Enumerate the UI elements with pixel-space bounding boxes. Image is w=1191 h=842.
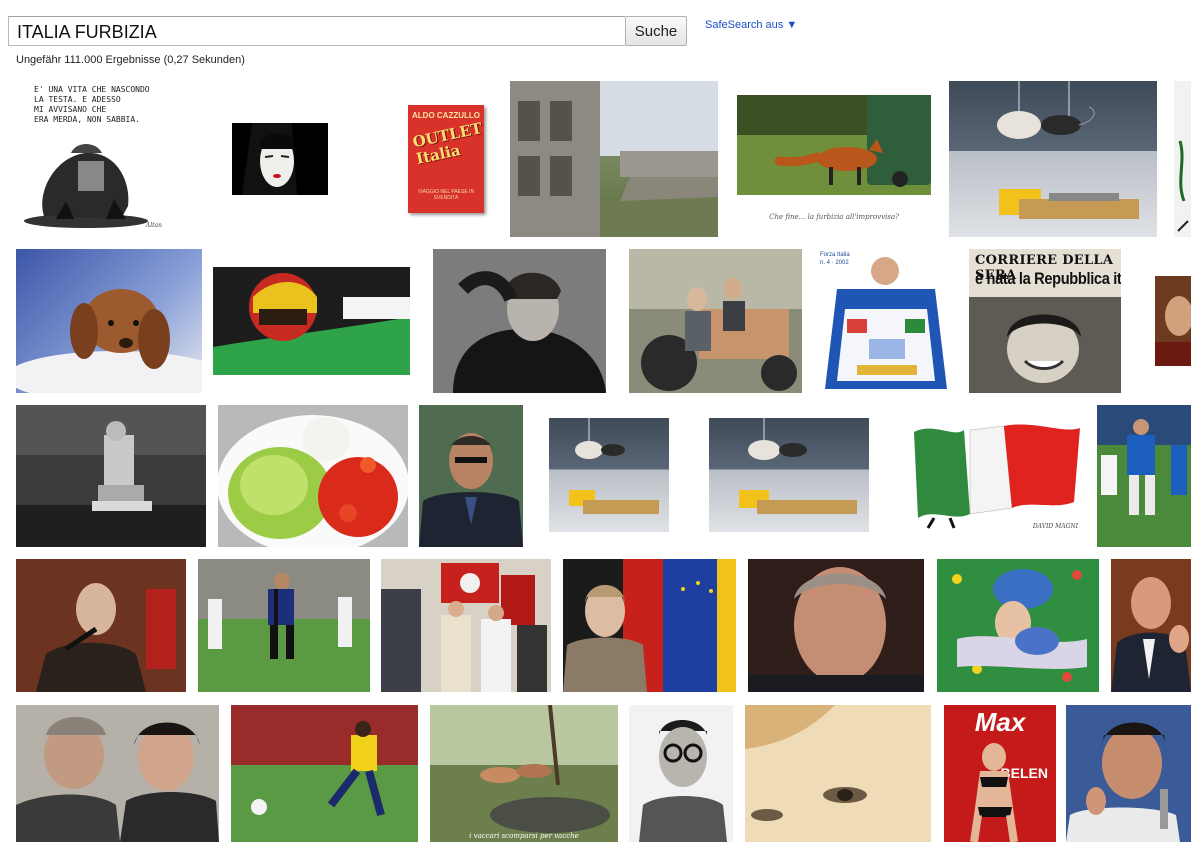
mousetrap-scene	[569, 418, 659, 514]
image-result-cows-in-woods[interactable]: i vaccari scomparsi per vacche	[430, 705, 618, 842]
image-result-child-eyes[interactable]	[745, 705, 931, 842]
geisha-face	[242, 123, 297, 195]
safesearch-toggle[interactable]: SafeSearch aus ▼	[705, 19, 797, 31]
image-result-football-player[interactable]	[198, 559, 370, 692]
partial-drawing	[1177, 140, 1189, 232]
politician-photo	[1111, 559, 1191, 692]
tractor-photo	[629, 249, 802, 391]
image-result-corriere-della-sera[interactable]: CORRIERE DELLA SERA è nata la Repubblica…	[969, 249, 1121, 393]
mousetrap-scene	[739, 418, 857, 514]
image-result-two-men[interactable]	[16, 705, 219, 842]
fox-scene	[737, 95, 931, 223]
flags-portrait	[563, 559, 736, 692]
image-result-mousetrap-3[interactable]	[709, 418, 869, 532]
soccer-photo	[231, 705, 418, 842]
image-result-man-portrait-bw[interactable]	[433, 249, 606, 393]
image-result-fox[interactable]: Che fine... la furbizia all'improvvisa?	[737, 95, 931, 223]
image-result-merkel-flags[interactable]	[563, 559, 736, 692]
image-result-geisha[interactable]	[232, 123, 328, 195]
image-result-soccer-kick[interactable]	[231, 705, 418, 842]
racing-helmet	[213, 273, 410, 375]
stadium-ruins	[510, 81, 718, 237]
flag-signature: DAVID MAGNI	[1032, 523, 1078, 530]
book-title: OUTLET Italia	[411, 119, 484, 168]
football-photo	[198, 559, 370, 692]
image-result-cartoon-ostrich[interactable]: E' UNA VITA CHE NASCONDO LA TESTA. E ADE…	[16, 81, 168, 231]
statue-photo	[16, 405, 206, 547]
image-result-salad-plate[interactable]	[218, 405, 408, 547]
newspaper-photo	[969, 297, 1121, 393]
image-result-italian-flag-cartoon[interactable]: DAVID MAGNI	[894, 418, 1084, 532]
book-author: ALDO CAZZULLO	[412, 111, 480, 120]
mousetrap-scene	[997, 81, 1139, 219]
image-result-magazine-cover[interactable]: Max BELEN	[944, 705, 1056, 842]
woods-photo	[430, 705, 618, 842]
rugby-photo	[1097, 405, 1191, 547]
search-button[interactable]: Suche	[625, 16, 687, 46]
image-result-book-outlet-italia[interactable]: ALDO CAZZULLO OUTLET Italia VIAGGIO NEL …	[408, 105, 484, 213]
two-men-photo	[16, 705, 219, 842]
image-result-statue-bw[interactable]	[16, 405, 206, 547]
glasses-portrait	[639, 720, 727, 842]
portrait-bw	[433, 249, 606, 393]
image-result-man-microphone-2[interactable]	[1066, 705, 1191, 842]
flag-cartoon	[914, 424, 1080, 529]
image-result-forza-italia-poster[interactable]: Forza Italia n. 4 · 2002	[817, 249, 955, 393]
image-result-kiss-painting[interactable]	[937, 559, 1099, 692]
partial-portrait	[1155, 296, 1191, 366]
image-result-tractor[interactable]	[629, 249, 802, 393]
image-result-man-microphone[interactable]	[16, 559, 186, 692]
puppy-photo	[16, 289, 202, 393]
image-result-ruined-stadium[interactable]	[510, 81, 718, 237]
child-eyes-photo	[745, 705, 931, 842]
cartoon-drawing	[24, 144, 148, 228]
book-subtitle: VIAGGIO NEL PAESE IN SVENDITA	[417, 189, 475, 201]
image-result-puppy[interactable]	[16, 249, 202, 393]
group-photo	[381, 563, 547, 692]
image-result-man-face-closeup[interactable]	[748, 559, 924, 692]
image-result-politician-gesture[interactable]	[1111, 559, 1191, 692]
fox-caption: Che fine... la furbizia all'improvvisa?	[769, 213, 899, 221]
chevron-down-icon: ▼	[786, 19, 798, 31]
safesearch-label: SafeSearch aus	[705, 19, 784, 31]
image-result-group-protest[interactable]	[381, 559, 551, 692]
image-result-man-glasses-bw[interactable]	[629, 705, 733, 842]
suit-portrait	[419, 405, 523, 547]
salad-photo	[218, 415, 408, 547]
result-stats: Ungefähr 111.000 Ergebnisse (0,27 Sekund…	[16, 54, 245, 66]
magazine-model	[970, 743, 1018, 842]
cartoon-signature: Altan	[145, 222, 162, 229]
painting	[937, 559, 1099, 692]
image-result-partial-r1[interactable]	[1174, 81, 1191, 237]
search-input[interactable]	[8, 16, 625, 46]
image-result-man-in-suit[interactable]	[419, 405, 523, 547]
image-result-mousetrap-2[interactable]	[549, 418, 669, 532]
image-result-rugby[interactable]	[1097, 405, 1191, 547]
image-result-mousetrap[interactable]	[949, 81, 1157, 237]
microphone-photo	[16, 559, 186, 692]
infographic-poster	[825, 257, 947, 389]
press-conference-photo	[1066, 705, 1191, 842]
woods-caption: i vaccari scomparsi per vacche	[469, 832, 579, 840]
face-closeup	[748, 559, 924, 692]
image-result-partial-r2[interactable]	[1155, 276, 1191, 366]
search-bar: Suche	[8, 16, 687, 48]
image-result-racing-driver[interactable]	[213, 267, 410, 375]
